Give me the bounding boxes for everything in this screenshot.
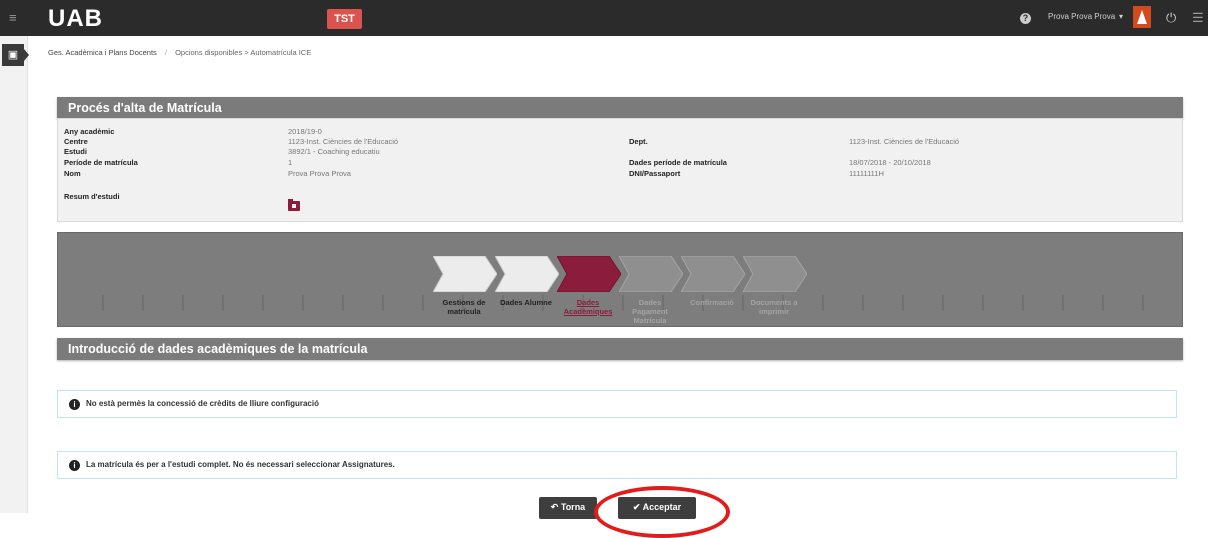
process-panel-title: Procés d'alta de Matrícula xyxy=(57,97,1183,119)
power-icon[interactable]: ⏻ xyxy=(1166,10,1176,26)
question-circle-icon[interactable]: ? xyxy=(1020,13,1031,24)
step-label[interactable]: Documents a imprimir xyxy=(744,298,804,316)
step-label[interactable]: Dades Alumne xyxy=(496,298,556,307)
info-value: 1123-Inst. Ciències de l'Educació xyxy=(849,137,960,146)
breadcrumb-current: Opcions disponibles > Automatrícula ICE xyxy=(175,48,312,57)
info-value: 1123-Inst. Ciències de l'Educació xyxy=(288,137,399,146)
step-chevron[interactable] xyxy=(619,256,683,292)
step-label[interactable]: Gestions de matrícula xyxy=(434,298,494,316)
top-navigation-bar: ≡ UAB TST ? Prova Prova Prova ▾ ⏻ ☰ xyxy=(0,0,1208,36)
info-label: Nom xyxy=(64,169,81,178)
highlight-annotation-ring xyxy=(594,486,730,538)
info-label: Any acadèmic xyxy=(64,127,115,136)
folder-icon[interactable] xyxy=(288,199,300,211)
info-value: 2018/19-0 xyxy=(288,127,322,136)
environment-badge: TST xyxy=(327,9,362,29)
info-value: 11111111H xyxy=(849,169,884,178)
process-info-panel: Any acadèmic 2018/19-0 Centre 1123-Inst.… xyxy=(57,118,1183,222)
step-label-line: Dades Pagament xyxy=(632,298,668,316)
step-label-line: Documents a xyxy=(750,298,798,307)
back-button[interactable]: ↶ Torna xyxy=(539,497,597,519)
step-label-line: Dades Alumne xyxy=(500,298,552,307)
breadcrumb: Ges. Acadèmica i Plans Docents / Opcions… xyxy=(48,48,311,57)
step-chevron-current[interactable] xyxy=(557,256,621,292)
info-value: Prova Prova Prova xyxy=(288,169,351,178)
notice-text: No està permès la concessió de crèdits d… xyxy=(86,399,319,408)
info-circle-icon: i xyxy=(69,399,80,410)
step-chevron[interactable] xyxy=(743,256,807,292)
step-label-line: imprimir xyxy=(758,307,789,316)
sidebar-toggle-arrow xyxy=(24,49,29,61)
step-chevron[interactable] xyxy=(433,256,497,292)
info-label: Centre xyxy=(64,137,88,146)
step-label-line: matrícula xyxy=(447,307,481,316)
info-label: Estudi xyxy=(64,147,87,156)
step-chevron[interactable] xyxy=(681,256,745,292)
left-sidebar: ▣ xyxy=(0,36,29,513)
step-chevron[interactable] xyxy=(495,256,559,292)
info-notice: i La matrícula és per a l'estudi complet… xyxy=(57,451,1177,479)
sidebar-toggle-button[interactable]: ▣ xyxy=(2,44,24,66)
info-label: Dept. xyxy=(629,137,648,146)
info-label: DNI/Passaport xyxy=(629,169,681,178)
info-notice: i No està permès la concessió de crèdits… xyxy=(57,390,1177,418)
menu-icon[interactable]: ≡ xyxy=(9,11,23,25)
step-label-line: Confirmació xyxy=(690,298,734,307)
breadcrumb-separator: / xyxy=(164,48,167,57)
list-icon[interactable]: ☰ xyxy=(1192,10,1204,26)
step-label-line: Gestions de xyxy=(442,298,486,307)
uab-logo[interactable]: UAB xyxy=(48,5,103,33)
notice-text: La matrícula és per a l'estudi complet. … xyxy=(86,460,395,469)
breadcrumb-home[interactable]: Ges. Acadèmica i Plans Docents xyxy=(48,48,157,57)
step-label-current[interactable]: Dades Acadèmiques xyxy=(558,298,618,316)
info-label: Període de matrícula xyxy=(64,158,138,167)
avatar[interactable] xyxy=(1133,6,1151,28)
enrollment-stepper: Gestions de matrícula Dades Alumne Dades… xyxy=(57,232,1183,327)
back-button-label: Torna xyxy=(560,502,586,512)
academic-panel-title: Introducció de dades acadèmiques de la m… xyxy=(57,338,1183,360)
step-label-line: Acadèmiques xyxy=(563,307,613,316)
undo-icon: ↶ xyxy=(550,502,559,512)
user-menu[interactable]: Prova Prova Prova xyxy=(1048,12,1115,21)
step-label-line: Dades xyxy=(576,298,600,307)
info-value: 18/07/2018 - 20/10/2018 xyxy=(849,158,931,167)
info-label: Dades període de matrícula xyxy=(629,158,727,167)
step-label-line: Matrícula xyxy=(633,316,667,325)
info-label: Resum d'estudi xyxy=(64,192,120,201)
chevron-down-icon[interactable]: ▾ xyxy=(1119,12,1123,21)
step-label[interactable]: Confirmació xyxy=(682,298,742,307)
info-value: 3892/1 - Coaching educatiu xyxy=(288,147,380,156)
info-value: 1 xyxy=(288,158,293,167)
info-circle-icon: i xyxy=(69,460,80,471)
step-label[interactable]: Dades Pagament Matrícula xyxy=(620,298,680,325)
